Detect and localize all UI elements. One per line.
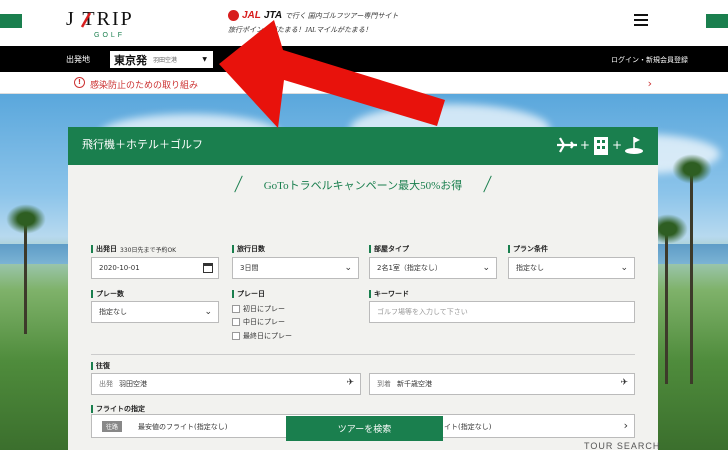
red-arrow-annotation [219,20,445,128]
